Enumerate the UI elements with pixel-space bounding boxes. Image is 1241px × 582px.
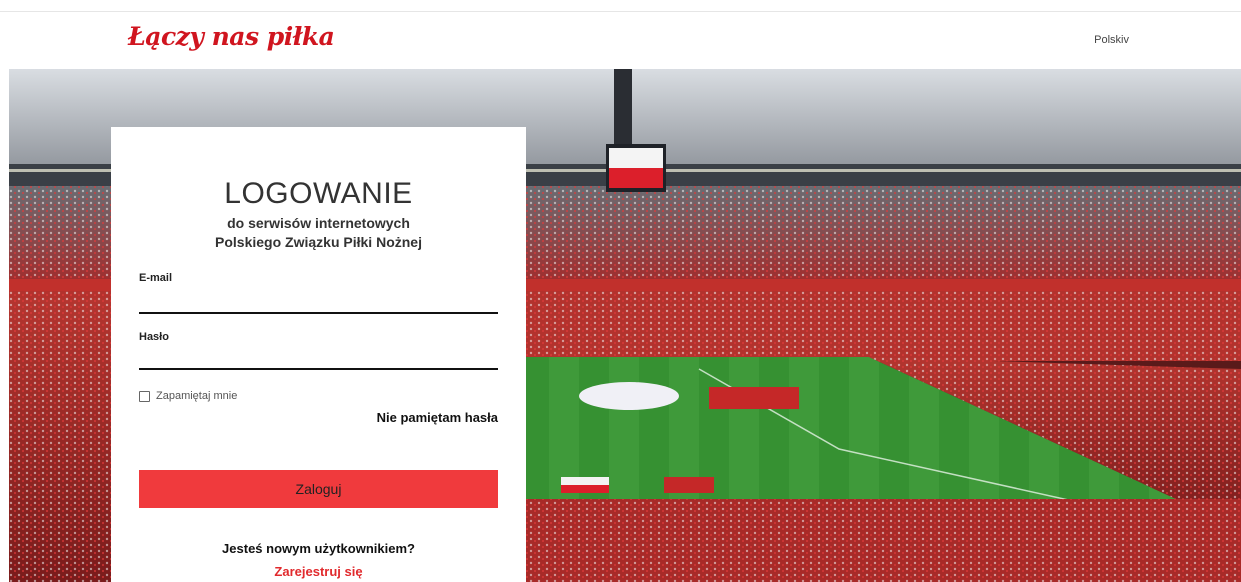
language-selector[interactable]: Polskiv	[1094, 34, 1129, 46]
forgot-password-link[interactable]: Nie pamiętam hasła	[377, 410, 498, 425]
site-header: Łączy nas piłka Polskiv	[0, 12, 1241, 69]
remember-me-checkbox[interactable]	[139, 390, 150, 402]
email-label: E-mail	[139, 272, 173, 284]
register-link[interactable]: Zarejestruj się	[111, 564, 526, 579]
remember-me[interactable]: Zapamiętaj mnie	[139, 390, 237, 402]
new-user-text: Jesteś nowym użytkownikiem?	[222, 541, 415, 556]
login-panel: LOGOWANIE do serwisów internetowych Pols…	[111, 127, 526, 582]
subtitle-line-2: Polskiego Związku Piłki Nożnej	[215, 234, 422, 250]
remember-me-label: Zapamiętaj mnie	[156, 390, 238, 402]
email-field[interactable]	[139, 290, 498, 314]
login-subtitle: do serwisów internetowych Polskiego Zwią…	[111, 214, 526, 252]
password-field[interactable]	[139, 346, 498, 370]
site-logo[interactable]: Łączy nas piłka	[128, 22, 335, 51]
subtitle-line-1: do serwisów internetowych	[227, 215, 410, 231]
login-title: LOGOWANIE	[224, 177, 413, 210]
login-button[interactable]: Zaloguj	[139, 470, 498, 508]
password-label: Hasło	[139, 331, 169, 343]
